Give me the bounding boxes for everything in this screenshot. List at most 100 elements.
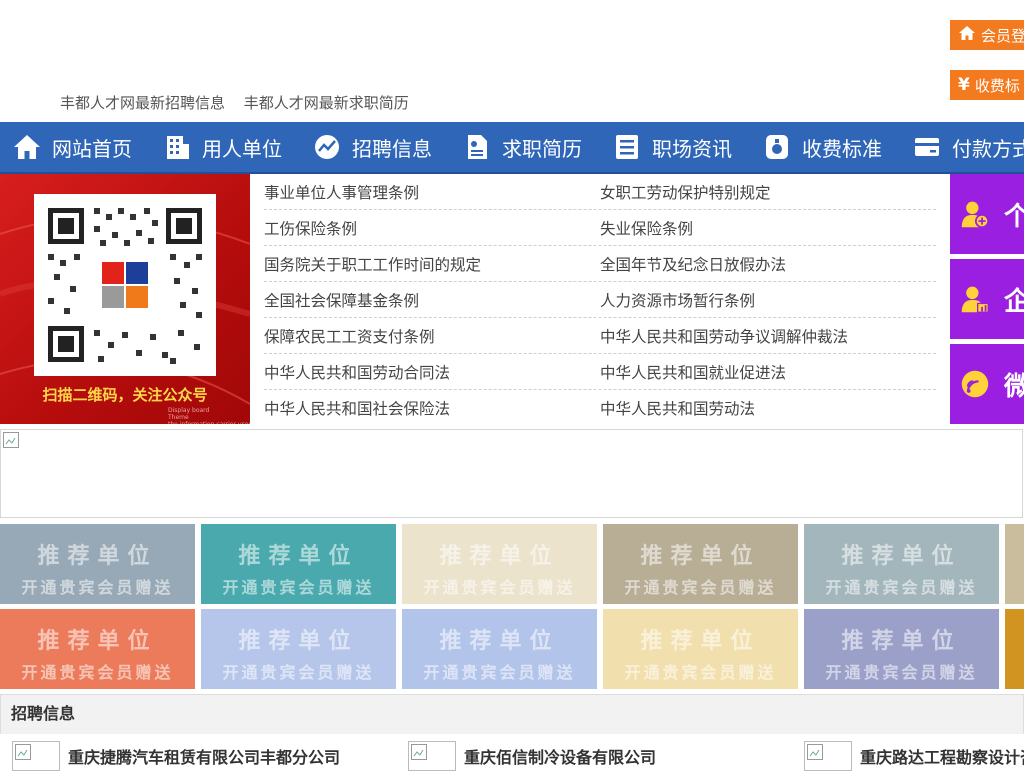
personal-login-box[interactable]: 个	[950, 174, 1024, 254]
tile-title: 推荐单位	[841, 544, 962, 569]
law-link[interactable]: 保障农民工工资支付条例	[264, 325, 600, 347]
law-link[interactable]: 中华人民共和国劳动合同法	[264, 361, 600, 383]
nav-career-news[interactable]: 职场资讯	[600, 122, 750, 172]
company-logo	[12, 741, 60, 771]
list-item: 国务院关于职工工作时间的规定 全国年节及纪念日放假办法	[264, 246, 936, 282]
law-link[interactable]: 中华人民共和国劳动争议调解仲裁法	[600, 325, 936, 347]
nav-label: 招聘信息	[352, 136, 432, 161]
law-link[interactable]: 中华人民共和国就业促进法	[600, 361, 936, 383]
recommend-tile[interactable]: 推荐单位开通贵宾会员赠送	[201, 609, 396, 689]
law-link[interactable]: 国务院关于职工工作时间的规定	[264, 253, 600, 275]
law-link[interactable]: 人力资源市场暂行条例	[600, 289, 936, 311]
tile-title: 推荐单位	[439, 629, 560, 654]
qr-code	[34, 194, 216, 376]
tile-title: 推荐单位	[37, 629, 158, 654]
nav-jobs[interactable]: 招聘信息	[300, 122, 450, 172]
list-item: 事业单位人事管理条例 女职工劳动保护特别规定	[264, 174, 936, 210]
nav-home[interactable]: 网站首页	[0, 122, 150, 172]
fee-standard-button[interactable]: ¥ 收费标	[950, 70, 1024, 100]
recommend-tile[interactable]: 推荐单位 开通贵宾会员赠送	[603, 524, 798, 604]
side-box-label: 个	[1003, 201, 1024, 232]
side-box-label: 微	[1003, 371, 1024, 402]
tile-title: 推荐单位	[640, 629, 761, 654]
qr-caption: 扫描二维码，关注公众号	[42, 386, 208, 404]
latest-resumes-link[interactable]: 丰都人才网最新求职简历	[244, 94, 409, 112]
tile-title: 推荐单位	[841, 629, 962, 654]
law-link[interactable]: 事业单位人事管理条例	[264, 181, 600, 203]
nav-label: 收费标准	[802, 136, 882, 161]
side-box-label: 企	[1003, 286, 1024, 317]
company-name: 重庆路达工程勘察设计咨询	[860, 748, 1024, 767]
nav-payment[interactable]: 付款方式	[900, 122, 1024, 172]
tile-subtitle: 开通贵宾会员赠送	[825, 578, 978, 597]
latest-jobs-link[interactable]: 丰都人才网最新招聘信息	[60, 94, 225, 112]
tile-title: 推荐单位	[238, 629, 359, 654]
tile-title: 推荐单位	[37, 544, 158, 569]
building-icon	[167, 136, 189, 159]
law-link[interactable]: 全国年节及纪念日放假办法	[600, 253, 936, 275]
recommend-tile[interactable]	[1005, 524, 1024, 604]
money-bag-icon	[766, 135, 788, 159]
recommend-tile[interactable]: 推荐单位开通贵宾会员赠送	[402, 609, 597, 689]
tile-title: 推荐单位	[238, 544, 359, 569]
enterprise-login-box[interactable]: 企	[950, 259, 1024, 339]
qr-fine-print: Display board Theme the information carr…	[168, 407, 250, 424]
recommend-tile[interactable]: 推荐单位开通贵宾会员赠送	[201, 524, 396, 604]
recommend-tile[interactable]: 推荐单位开通贵宾会员赠送	[804, 524, 999, 604]
nav-employers[interactable]: 用人单位	[150, 122, 300, 172]
broken-image-icon	[15, 744, 31, 760]
law-link[interactable]: 女职工劳动保护特别规定	[600, 181, 936, 203]
top-links: 丰都人才网最新招聘信息 丰都人才网最新求职简历	[60, 92, 423, 113]
tile-subtitle: 开通贵宾会员赠送	[222, 578, 375, 597]
tile-subtitle: 开通贵宾会员赠送	[423, 578, 576, 597]
list-item: 中华人民共和国劳动合同法 中华人民共和国就业促进法	[264, 354, 936, 390]
tile-subtitle: 开通贵宾会员赠送	[21, 663, 174, 682]
qr-panel: 扫描二维码，关注公众号 Display board Theme the info…	[0, 174, 250, 424]
business-person-icon	[961, 286, 989, 313]
recommend-tile[interactable]: 推荐单位开通贵宾会员赠送	[0, 609, 195, 689]
tile-subtitle: 开通贵宾会员赠送	[624, 578, 777, 597]
member-login-label: 会员登	[981, 26, 1024, 45]
nav-label: 求职简历	[502, 136, 582, 161]
law-link[interactable]: 全国社会保障基金条例	[264, 289, 600, 311]
tile-subtitle: 开通贵宾会员赠送	[423, 663, 576, 682]
law-link[interactable]: 失业保险条例	[600, 217, 936, 239]
member-login-button[interactable]: 会员登	[950, 20, 1024, 50]
company-logo	[408, 741, 456, 771]
news-icon	[616, 135, 638, 159]
wechat-box[interactable]: 微	[950, 344, 1024, 424]
person-add-icon	[961, 201, 990, 229]
nav-fee-standard[interactable]: 收费标准	[750, 122, 900, 172]
banner-image[interactable]	[0, 429, 1023, 518]
tile-subtitle: 开通贵宾会员赠送	[624, 663, 777, 682]
yen-icon: ¥	[958, 75, 970, 95]
recruit-section-title: 招聘信息	[0, 694, 1024, 734]
company-item[interactable]: 重庆捷腾汽车租赁有限公司丰都分公司	[12, 736, 340, 776]
nav-label: 用人单位	[202, 136, 282, 161]
recommend-tile[interactable]	[1005, 609, 1024, 689]
company-name: 重庆捷腾汽车租赁有限公司丰都分公司	[68, 748, 341, 767]
law-link[interactable]: 中华人民共和国社会保险法	[264, 397, 600, 419]
nav-resumes[interactable]: 求职简历	[450, 122, 600, 172]
recommend-tile[interactable]: 推荐单位开通贵宾会员赠送	[402, 524, 597, 604]
wechat-icon	[961, 370, 989, 398]
law-list: 事业单位人事管理条例 女职工劳动保护特别规定 工伤保险条例 失业保险条例 国务院关于…	[264, 174, 936, 426]
recommend-tile[interactable]: 推荐单位 开通贵宾会员赠送	[804, 609, 999, 689]
home-icon	[14, 135, 40, 159]
tile-subtitle: 开通贵宾会员赠送	[222, 663, 375, 682]
law-link[interactable]: 中华人民共和国劳动法	[600, 397, 936, 419]
broken-image-icon	[807, 744, 823, 760]
broken-image-icon	[411, 744, 427, 760]
company-logo	[804, 741, 852, 771]
company-item[interactable]: 重庆路达工程勘察设计咨询	[804, 736, 1024, 776]
company-item[interactable]: 重庆佰信制冷设备有限公司	[408, 736, 656, 776]
law-link[interactable]: 工伤保险条例	[264, 217, 600, 239]
recommend-tile[interactable]: 推荐单位开通贵宾会员赠送	[603, 609, 798, 689]
broken-image-icon	[3, 432, 19, 448]
nav-label: 职场资讯	[652, 136, 732, 161]
tile-subtitle: 开通贵宾会员赠送	[21, 578, 174, 597]
company-name: 重庆佰信制冷设备有限公司	[464, 748, 657, 767]
tile-title: 推荐单位	[439, 544, 560, 569]
recommend-tile[interactable]: 推荐单位开通贵宾会员赠送	[0, 524, 195, 604]
home-icon	[958, 25, 976, 46]
